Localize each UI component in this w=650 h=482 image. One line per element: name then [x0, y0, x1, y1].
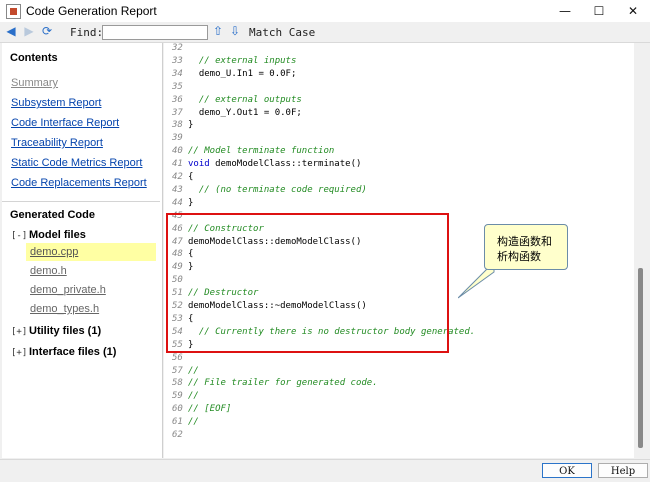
code-text: // [188, 417, 199, 428]
code-text: { [188, 172, 194, 182]
line-number: 40 [172, 146, 183, 157]
line-number: 33 [172, 55, 183, 66]
code-text: // Model terminate function [188, 146, 335, 157]
vertical-scrollbar[interactable] [634, 43, 648, 458]
file-link-demo-cpp[interactable]: demo.cpp [30, 246, 78, 258]
line-number: 34 [172, 68, 183, 79]
line-number: 36 [172, 94, 183, 105]
annotation-text: 构造函数和析构函数 [497, 235, 552, 263]
code-text: // external inputs [188, 55, 297, 66]
navigation-pane: Contents Summary Subsystem Report Code I… [2, 43, 163, 458]
code-text: demo_Y.Out1 = 0.0F; [188, 107, 302, 118]
title-bar: Code Generation Report — ☐ ✕ [0, 0, 650, 23]
find-input[interactable] [102, 25, 208, 40]
button-bar: OK Help [0, 459, 650, 482]
line-number: 41 [172, 159, 183, 170]
find-previous-icon[interactable]: ⇧ [211, 24, 225, 38]
line-number: 35 [172, 81, 183, 92]
line-number: 58 [172, 378, 183, 389]
utility-files-label[interactable]: Utility files (1) [29, 325, 101, 337]
code-text: void demoModelClass::terminate() [188, 159, 362, 170]
code-text: } [188, 120, 194, 131]
line-number: 43 [172, 184, 183, 195]
section-divider [2, 201, 160, 202]
code-text: // [188, 391, 199, 402]
back-arrow-icon[interactable]: ◀ [4, 24, 18, 38]
traceability-report-link[interactable]: Traceability Report [11, 137, 103, 149]
contents-title: Contents [10, 52, 58, 64]
line-number: 56 [172, 352, 183, 363]
code-text: demo_U.In1 = 0.0F; [188, 68, 297, 79]
constructor-destructor-highlight-box [166, 213, 449, 353]
find-label: Find: [70, 26, 104, 39]
toolbar: ◀ ▶ ⟳ Find: ⇧ ⇩ Match Case [0, 22, 650, 43]
ok-button[interactable]: OK [542, 463, 592, 478]
line-number: 60 [172, 404, 183, 415]
refresh-icon[interactable]: ⟳ [40, 24, 54, 38]
code-replacements-report-link[interactable]: Code Replacements Report [11, 177, 147, 189]
line-number: 57 [172, 365, 183, 376]
file-link-demo-h[interactable]: demo.h [30, 265, 67, 277]
maximize-button[interactable]: ☐ [582, 0, 616, 22]
line-number: 62 [172, 430, 183, 440]
code-text: // external outputs [188, 94, 302, 105]
line-number: 42 [172, 172, 183, 182]
minimize-button[interactable]: — [548, 0, 582, 22]
line-number: 39 [172, 133, 183, 144]
interface-files-expander[interactable]: [+] [11, 348, 27, 358]
generated-code-title: Generated Code [10, 209, 95, 221]
help-button[interactable]: Help [598, 463, 648, 478]
scrollbar-thumb[interactable] [638, 268, 643, 448]
model-files-expander[interactable]: [-] [11, 231, 27, 241]
summary-link[interactable]: Summary [11, 77, 58, 89]
static-code-metrics-report-link[interactable]: Static Code Metrics Report [11, 157, 142, 169]
file-link-demo-types-h[interactable]: demo_types.h [30, 303, 99, 315]
find-next-icon[interactable]: ⇩ [228, 24, 242, 38]
line-number: 59 [172, 391, 183, 402]
line-number: 38 [172, 120, 183, 131]
interface-files-label[interactable]: Interface files (1) [29, 346, 116, 358]
window-title: Code Generation Report [26, 4, 157, 18]
line-number: 61 [172, 417, 183, 428]
match-case-label[interactable]: Match Case [249, 26, 315, 39]
code-text: // (no terminate code required) [188, 184, 367, 195]
line-number: 44 [172, 197, 183, 208]
code-text: } [188, 197, 194, 208]
annotation-callout: 构造函数和析构函数 [484, 224, 568, 270]
line-number: 32 [172, 43, 183, 53]
utility-files-expander[interactable]: [+] [11, 327, 27, 337]
code-interface-report-link[interactable]: Code Interface Report [11, 117, 119, 129]
code-text: // [188, 365, 199, 376]
file-link-demo-private-h[interactable]: demo_private.h [30, 284, 106, 296]
code-text: // File trailer for generated code. [188, 378, 378, 389]
model-files-label[interactable]: Model files [29, 229, 86, 241]
forward-arrow-icon[interactable]: ▶ [22, 24, 36, 38]
code-text: // [EOF] [188, 404, 232, 415]
subsystem-report-link[interactable]: Subsystem Report [11, 97, 101, 109]
close-button[interactable]: ✕ [616, 0, 650, 22]
line-number: 37 [172, 107, 183, 118]
app-icon [6, 4, 21, 19]
